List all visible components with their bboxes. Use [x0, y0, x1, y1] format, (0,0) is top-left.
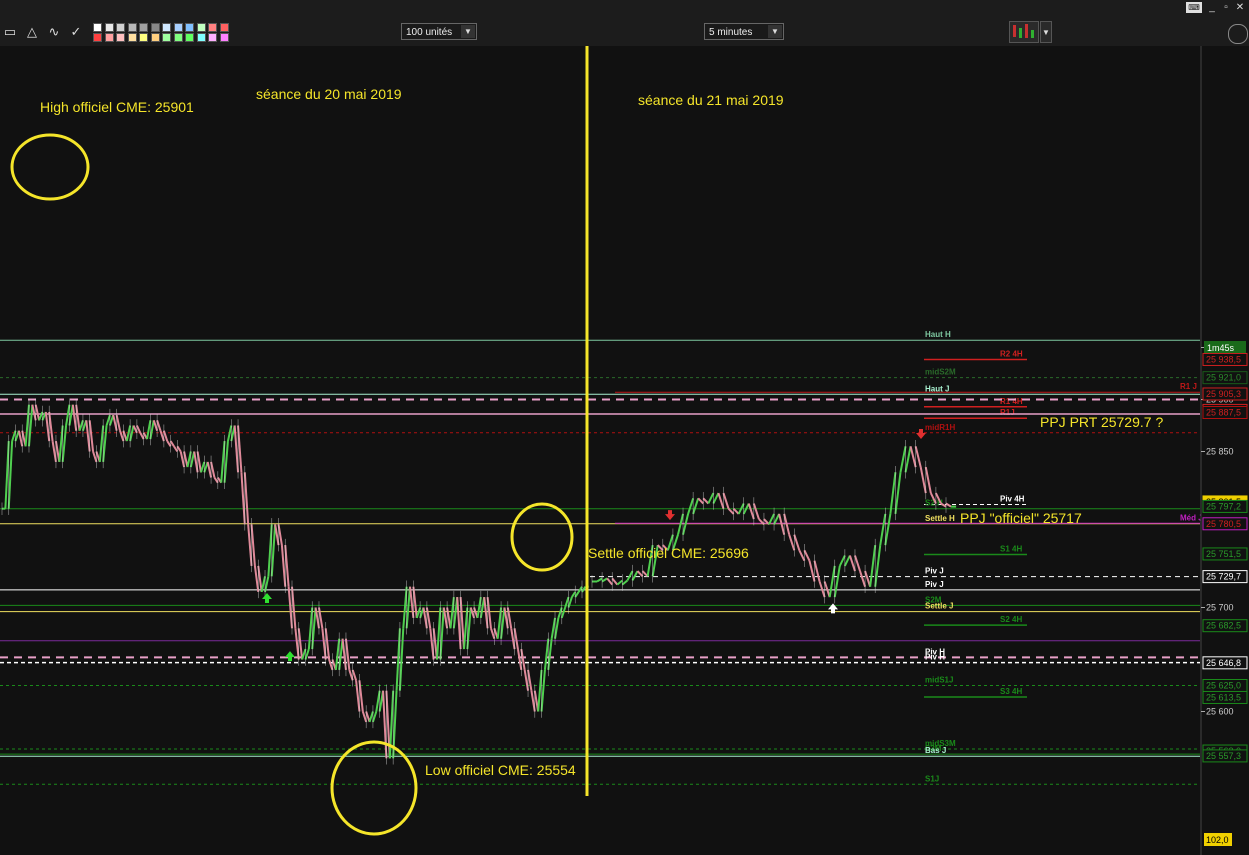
color-swatch[interactable] [139, 33, 148, 42]
color-swatch[interactable] [127, 33, 137, 42]
minimize-icon[interactable]: _ [1205, 2, 1219, 13]
color-swatch[interactable] [185, 23, 194, 32]
color-swatch[interactable] [150, 23, 160, 32]
units-select-value: 100 unités [406, 27, 453, 38]
chart-toolbar: ▭ △ ∿ ✓ 100 unités ▼ 5 minutes ▼ ▼ ⌨ _ ▫… [0, 0, 1249, 47]
color-swatch[interactable] [104, 33, 114, 42]
color-swatch[interactable] [93, 23, 102, 32]
chevron-down-icon[interactable]: ▼ [1040, 21, 1052, 43]
restore-icon[interactable]: ▫ [1219, 2, 1233, 13]
axis-tick-label: 25 600 [1206, 707, 1234, 717]
price-tag-label: 25 625,0 [1206, 681, 1241, 691]
level-label: Piv H [925, 653, 945, 662]
session-may21-label: séance du 21 mai 2019 [638, 92, 784, 108]
level-label: S3 4H [1000, 687, 1022, 696]
price-tag-label: 25 938,5 [1206, 354, 1241, 364]
color-swatch[interactable] [208, 33, 217, 42]
color-swatch[interactable] [196, 33, 206, 42]
level-label: Piv J [925, 580, 944, 589]
checkmark-tool-icon[interactable]: ✓ [68, 24, 84, 40]
level-label: midS2M [925, 368, 956, 377]
price-tag-label: 25 780,5 [1206, 519, 1241, 529]
units-select[interactable]: 100 unités ▼ [401, 23, 477, 40]
color-swatch[interactable] [162, 23, 171, 32]
color-swatch[interactable] [150, 33, 160, 42]
level-label: R1 J [1180, 382, 1197, 391]
price-tag-label: 25 887,5 [1206, 408, 1241, 418]
level-label: Piv 4H [1000, 495, 1025, 504]
price-tag-label: 25 613,5 [1206, 692, 1241, 702]
ppj-officiel-annotation: PPJ "officiel" 25717 [960, 510, 1082, 526]
price-tag-label: 25 921,0 [1206, 373, 1241, 383]
color-swatch[interactable] [208, 23, 217, 32]
color-swatch[interactable] [196, 23, 206, 32]
color-swatch[interactable] [139, 23, 148, 32]
price-chart[interactable]: Haut HR2 4HmidS2MHaut J R1 JR1 4HR1JmidR1… [0, 46, 1249, 855]
color-swatch[interactable] [116, 23, 125, 32]
level-label: R1 4H [1000, 397, 1023, 406]
color-swatch[interactable] [93, 33, 102, 42]
axis-tick-label: 25 700 [1206, 603, 1234, 613]
color-swatch[interactable] [127, 23, 137, 32]
level-label: R2 4H [1000, 349, 1023, 358]
chevron-down-icon: ▼ [461, 25, 475, 38]
settle-cme-annotation: Settle officiel CME: 25696 [588, 545, 749, 561]
low-cme-annotation: Low officiel CME: 25554 [425, 762, 576, 778]
price-tag-label: 25 905,3 [1206, 389, 1241, 399]
keyboard-icon[interactable]: ⌨ [1186, 2, 1202, 13]
price-tag-label: 25 682,5 [1206, 621, 1241, 631]
level-label: R1J [1000, 408, 1015, 417]
chart-background [0, 46, 1249, 855]
color-swatch[interactable] [162, 33, 171, 42]
price-tag-label: 25 557,3 [1206, 751, 1241, 761]
price-tag-label: 25 797,2 [1206, 501, 1241, 511]
level-label: midR1H [925, 423, 955, 432]
color-swatch[interactable] [173, 33, 183, 42]
volume-value: 102,0 [1206, 835, 1229, 845]
indicator-button[interactable] [1009, 21, 1039, 43]
level-label: Settle H [925, 514, 955, 523]
level-label: Méd J [1180, 513, 1203, 522]
level-label: midS1J [925, 676, 953, 685]
price-tag-label: 25 646,8 [1206, 658, 1241, 668]
timeframe-select-value: 5 minutes [709, 27, 753, 38]
level-label: Bas J [925, 746, 946, 755]
session-may20-label: séance du 20 mai 2019 [256, 86, 402, 102]
close-icon[interactable]: ✕ [1233, 2, 1247, 13]
level-label: Settle J [925, 602, 953, 611]
level-label: Piv J [925, 567, 944, 576]
ppj-prt-annotation: PPJ PRT 25729.7 ? [1040, 414, 1163, 430]
color-swatch[interactable] [173, 23, 183, 32]
timeframe-select[interactable]: 5 minutes ▼ [704, 23, 784, 40]
color-swatch[interactable] [185, 33, 194, 42]
price-tag-label: 25 729,7 [1206, 572, 1241, 582]
triangle-tool-icon[interactable]: △ [24, 24, 40, 40]
level-label: S2 4H [1000, 615, 1022, 624]
indicator-chart-icon [1013, 24, 1034, 38]
high-cme-annotation: High officiel CME: 25901 [40, 99, 194, 115]
level-label: S1 4H [1000, 544, 1022, 553]
level-label: Haut H [925, 330, 951, 339]
chevron-down-icon: ▼ [768, 25, 782, 38]
color-swatch[interactable] [104, 23, 114, 32]
level-label: S1J [925, 774, 939, 783]
axis-tick-label: 25 850 [1206, 447, 1234, 457]
color-swatch[interactable] [219, 23, 229, 32]
wave-tool-icon[interactable]: ∿ [46, 24, 62, 40]
rectangle-tool-icon[interactable]: ▭ [2, 24, 18, 40]
price-tag-label: 25 751,5 [1206, 549, 1241, 559]
price-axis-labels: 25 95025 90025 85025 70025 60025 938,525… [1201, 343, 1248, 763]
color-swatch[interactable] [219, 33, 229, 42]
countdown-timer: 1m45s [1207, 343, 1235, 353]
color-swatch[interactable] [116, 33, 125, 42]
settings-wheel-icon[interactable] [1228, 24, 1248, 44]
